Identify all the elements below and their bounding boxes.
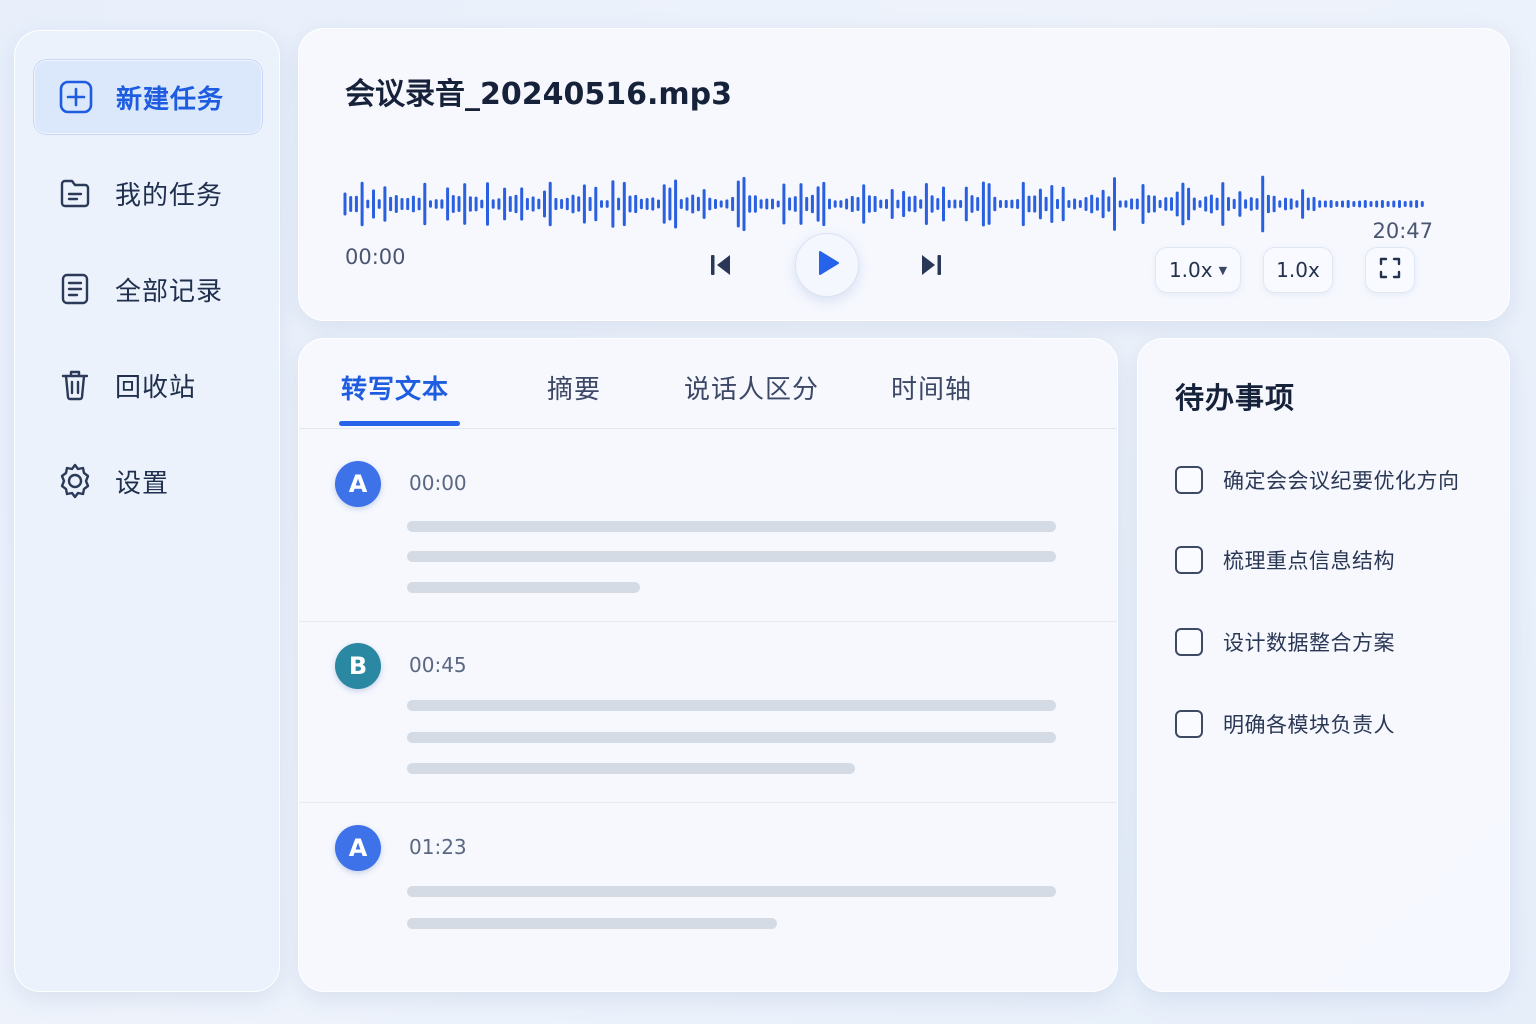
todo-checkbox[interactable]: [1175, 466, 1203, 494]
next-button[interactable]: [911, 247, 951, 287]
sidebar-item-label: 全部记录: [115, 276, 224, 307]
document-list-icon: [53, 267, 97, 311]
sidebar: 新建任务 我的任务 全部记录 回收站 设置: [14, 30, 280, 992]
todo-checkbox[interactable]: [1175, 546, 1203, 574]
transcript-segment[interactable]: A 01:23: [299, 803, 1117, 991]
tab-summary[interactable]: 摘要: [547, 369, 601, 406]
speaker-avatar: A: [335, 825, 381, 871]
play-icon: [812, 248, 842, 282]
fullscreen-button[interactable]: [1365, 247, 1415, 293]
segment-timestamp: 00:45: [409, 653, 467, 677]
todo-item[interactable]: 设计数据整合方案: [1175, 627, 1395, 657]
todo-checkbox[interactable]: [1175, 628, 1203, 656]
gear-icon: [53, 459, 97, 503]
todo-item[interactable]: 明确各模块负责人: [1175, 709, 1395, 739]
todo-panel: 待办事项 确定会会议纪要优化方向 梳理重点信息结构 设计数据整合方案 明确各模块…: [1137, 338, 1510, 992]
playback-speed-button[interactable]: 1.0x: [1263, 247, 1333, 293]
trash-icon: [53, 363, 97, 407]
tab-timeline[interactable]: 时间轴: [891, 369, 972, 406]
sidebar-item-settings[interactable]: 设置: [33, 443, 263, 519]
text-placeholder-line: [407, 551, 1056, 562]
transcript-segment[interactable]: A 00:00: [299, 429, 1117, 621]
sidebar-item-all-records[interactable]: 全部记录: [33, 251, 263, 327]
speaker-avatar: A: [335, 461, 381, 507]
fullscreen-icon: [1378, 256, 1402, 285]
audio-waveform[interactable]: [343, 159, 1433, 249]
sidebar-item-label: 新建任务: [116, 84, 225, 115]
file-title: 会议录音_20240516.mp3: [345, 77, 732, 112]
tab-transcript[interactable]: 转写文本: [341, 369, 449, 406]
text-placeholder-line: [407, 918, 777, 929]
sidebar-item-label: 回收站: [115, 372, 197, 403]
text-placeholder-line: [407, 521, 1056, 532]
tab-bar: 转写文本 摘要 说话人区分 时间轴: [299, 339, 1117, 429]
sidebar-item-my-tasks[interactable]: 我的任务: [33, 155, 263, 231]
sidebar-item-trash[interactable]: 回收站: [33, 347, 263, 423]
plus-square-icon: [54, 75, 98, 119]
playback-speed-select[interactable]: 1.0x ▼: [1155, 247, 1241, 293]
todo-label: 设计数据整合方案: [1223, 631, 1395, 655]
active-tab-indicator: [339, 421, 460, 426]
todo-checkbox[interactable]: [1175, 710, 1203, 738]
todo-label: 明确各模块负责人: [1223, 713, 1395, 737]
play-button[interactable]: [795, 233, 859, 297]
previous-button[interactable]: [701, 247, 741, 287]
caret-down-icon: ▼: [1218, 263, 1228, 277]
todo-title: 待办事项: [1175, 381, 1296, 415]
speed-button-label: 1.0x: [1276, 258, 1320, 282]
text-placeholder-line: [407, 763, 855, 774]
text-placeholder-line: [407, 700, 1056, 711]
skip-forward-icon: [918, 252, 944, 282]
tab-speaker-diarization[interactable]: 说话人区分: [684, 369, 819, 406]
transcript-panel: 转写文本 摘要 说话人区分 时间轴 A 00:00 B 00:45 A 01:2…: [298, 338, 1118, 992]
current-time: 00:00: [345, 245, 406, 269]
sidebar-item-new-task[interactable]: 新建任务: [33, 59, 263, 135]
skip-back-icon: [708, 252, 734, 282]
text-placeholder-line: [407, 582, 640, 593]
speed-select-value: 1.0x: [1168, 258, 1213, 282]
folder-icon: [53, 171, 97, 215]
total-time: 20:47: [1372, 219, 1433, 243]
segment-timestamp: 01:23: [409, 835, 467, 859]
speaker-avatar: B: [335, 643, 381, 689]
todo-label: 确定会会议纪要优化方向: [1223, 469, 1460, 493]
text-placeholder-line: [407, 732, 1056, 743]
todo-label: 梳理重点信息结构: [1223, 549, 1395, 573]
text-placeholder-line: [407, 886, 1056, 897]
sidebar-item-label: 设置: [115, 468, 170, 499]
todo-item[interactable]: 梳理重点信息结构: [1175, 545, 1395, 575]
segment-timestamp: 00:00: [409, 471, 467, 495]
transcript-segment[interactable]: B 00:45: [299, 622, 1117, 802]
todo-item[interactable]: 确定会会议纪要优化方向: [1175, 465, 1460, 495]
audio-player: 会议录音_20240516.mp3 00:00 20:47 1.0x ▼ 1.0…: [298, 28, 1510, 321]
sidebar-item-label: 我的任务: [115, 180, 224, 211]
